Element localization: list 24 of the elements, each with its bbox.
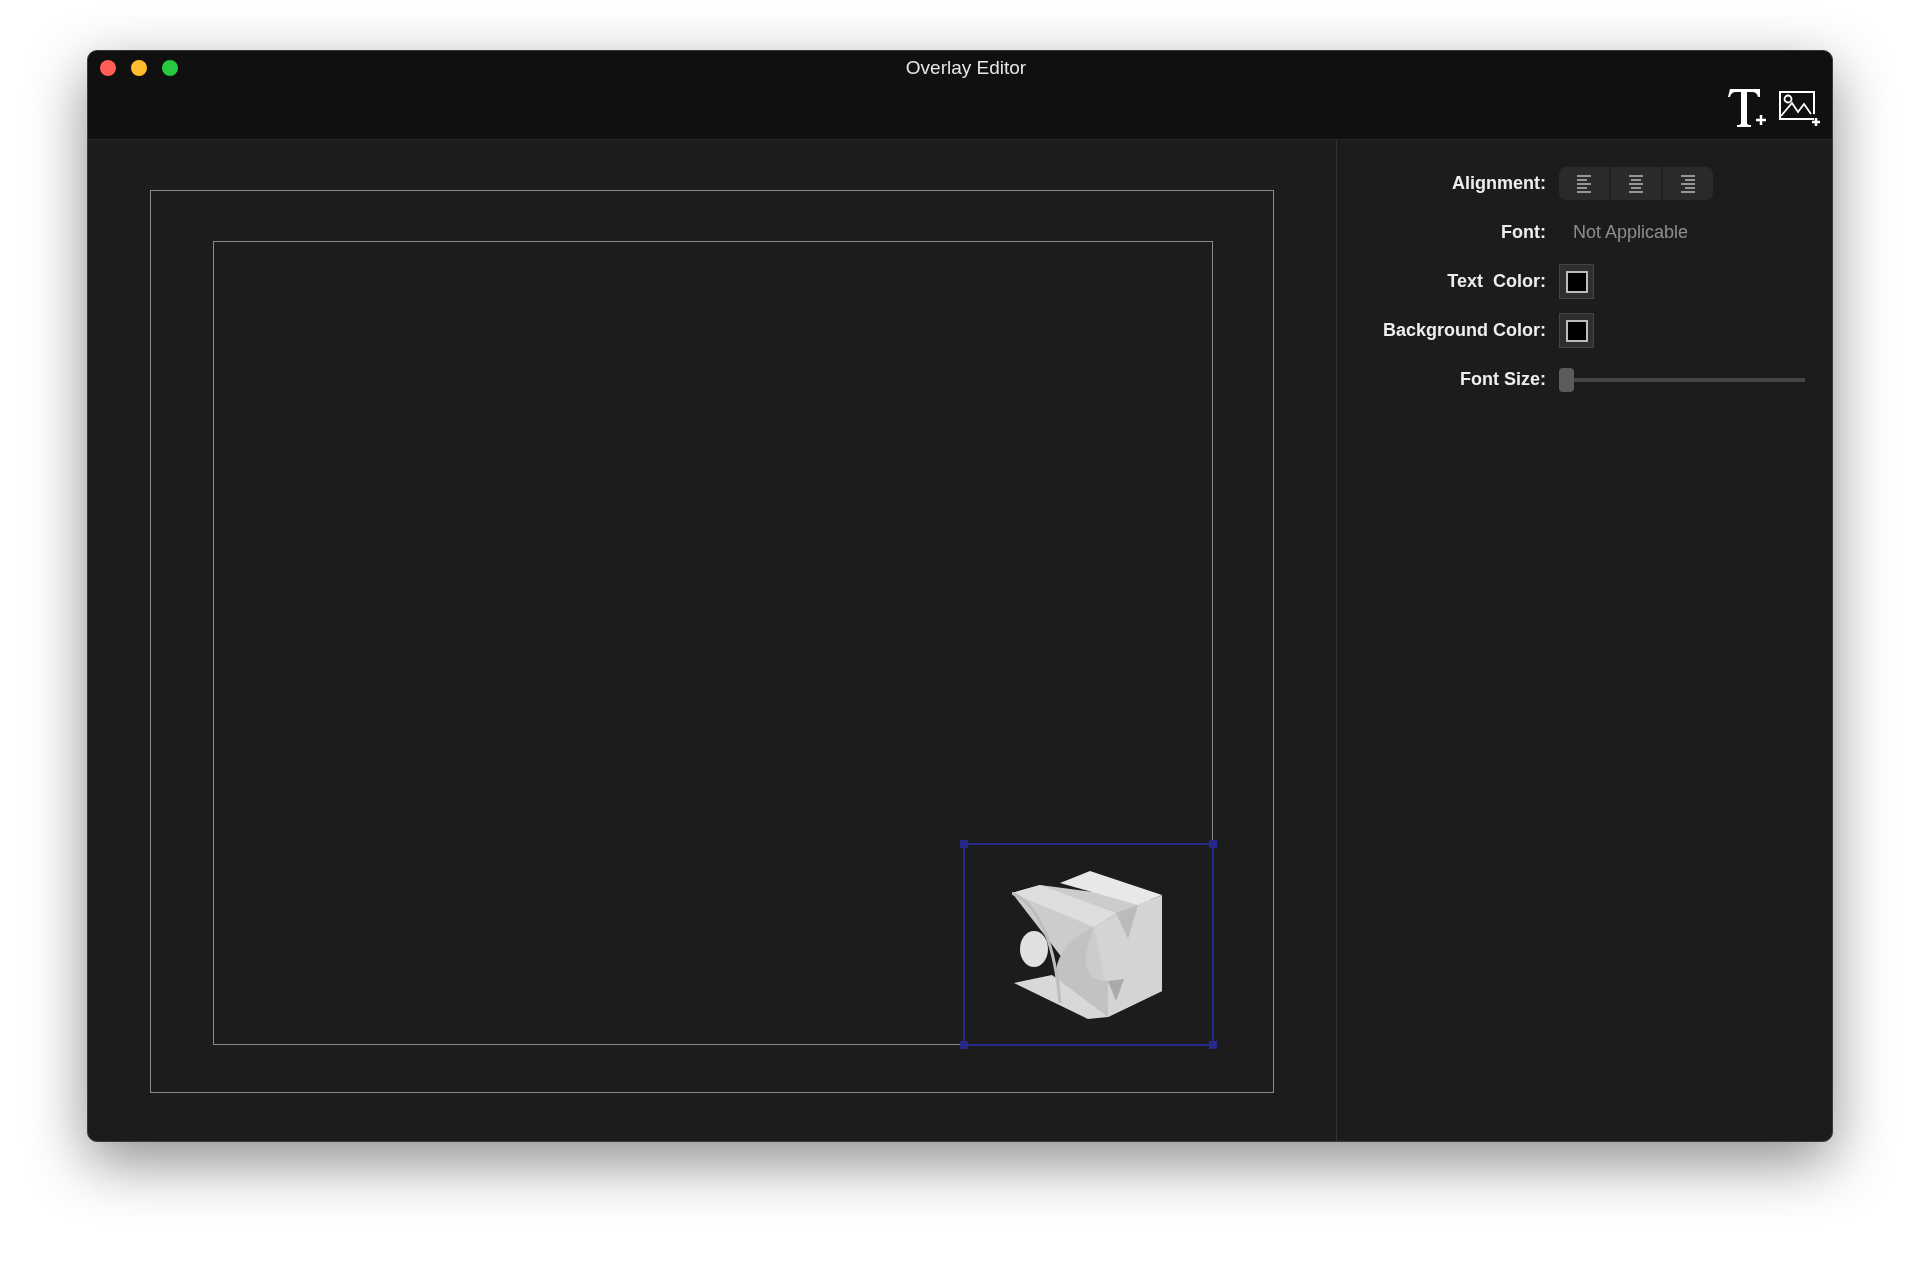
font-value: Not Applicable [1572,222,1689,243]
background-color-label: Background Color: [1382,320,1547,341]
selection-box[interactable] [963,843,1214,1046]
resize-handle[interactable] [960,1041,968,1049]
align-center-icon [1629,174,1643,193]
add-image-icon[interactable] [1778,90,1820,126]
zoom-button[interactable] [162,60,178,76]
resize-handle[interactable] [1209,840,1217,848]
alignment-label: Alignment: [1451,173,1547,194]
background-color-well[interactable] [1559,313,1594,348]
text-color-well[interactable] [1559,264,1594,299]
font-label: Font: [1500,222,1547,243]
window-title: Overlay Editor [904,57,1028,79]
add-text-icon[interactable] [1726,87,1766,129]
font-size-label: Font Size: [1459,369,1547,390]
resize-handle[interactable] [1209,1041,1217,1049]
slider-thumb[interactable] [1559,367,1574,392]
minimize-button[interactable] [131,60,147,76]
align-right-icon [1681,174,1695,193]
text-color-label: Text Color: [1446,271,1547,292]
alignment-control[interactable] [1559,167,1713,200]
close-button[interactable] [100,60,116,76]
align-left-icon [1577,174,1591,193]
resize-handle[interactable] [960,840,968,848]
